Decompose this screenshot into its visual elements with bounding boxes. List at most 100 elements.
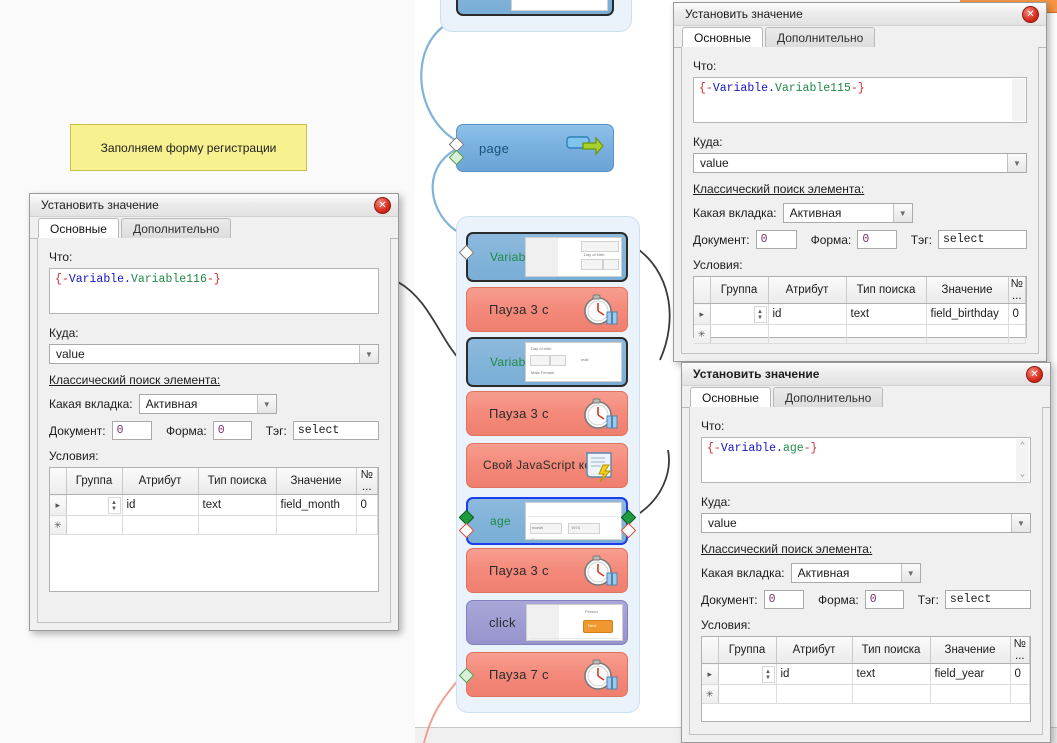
spinner-icon[interactable]: ▲ ▼ [761,666,775,683]
tab-dopolnitelno[interactable]: Дополнительно [120,218,232,238]
textarea-scrollbar[interactable]: ⌃ ⌄ [1016,439,1029,481]
cell-group[interactable]: 0▲▼ [66,494,123,516]
tab-osnovnye[interactable]: Основные [690,387,771,408]
node-click[interactable]: click Person Next [466,600,628,645]
dialog-set-value-left[interactable]: Установить значение ✕ Основные Дополните… [29,193,399,631]
cell-search-type[interactable]: text [198,494,277,516]
document-input[interactable]: 0 [763,590,805,609]
chevron-down-icon[interactable]: ▼ [900,564,920,582]
node-thumbnail: month 1974 Country [525,502,622,540]
col-attribute: Атрибут [776,637,853,664]
dialog-set-value-bottom-right[interactable]: Установить значение ✕ Основные Дополните… [681,362,1051,743]
cell-value[interactable]: field_month [276,494,357,516]
where-select[interactable]: value ▼ [49,344,379,364]
form-label: Форма: [810,232,852,247]
node-pause-3s-a[interactable]: Пауза 3 с [466,287,628,332]
tag-input[interactable]: select [944,590,1031,609]
dialog-title-bar[interactable]: Установить значение ✕ [682,363,1050,386]
table-row[interactable]: ▸ 0▲▼ id text field_year 0 [702,663,1030,685]
scroll-down-icon[interactable]: ⌄ [1018,469,1027,479]
dialog-tabs[interactable]: Основные Дополнительно [674,26,1046,48]
node-pause-7s[interactable]: Пауза 7 с [466,652,628,697]
tab-field-select[interactable]: Активная ▼ [782,203,913,223]
close-icon[interactable]: ✕ [1022,6,1039,23]
chevron-down-icon[interactable]: ▼ [1007,154,1026,172]
dialog-tabs[interactable]: Основные Дополнительно [30,217,398,239]
table-header-row: Группа Атрибут Тип поиска Значение № ... [50,468,378,495]
document-input[interactable]: 0 [755,230,797,249]
document-label: Документ: [693,232,750,247]
cell-search-type[interactable]: text [846,303,927,325]
conditions-table[interactable]: Группа Атрибут Тип поиска Значение № ...… [701,636,1031,722]
node-variable115[interactable]: Variable115 Day of birth [466,232,628,282]
scroll-up-icon[interactable]: ⌃ [1018,441,1027,451]
node-label: Пауза 7 с [489,667,549,682]
tab-field-select[interactable]: Активная ▼ [790,563,921,583]
cell-value[interactable]: field_birthday [926,303,1009,325]
cell-group[interactable]: 0▲▼ [718,663,777,685]
col-value: Значение [276,468,357,495]
spinner-icon[interactable]: ▲ ▼ [107,497,121,514]
tab-field-select[interactable]: Активная ▼ [138,394,277,414]
cell-group[interactable]: 0▲▼ [710,303,769,325]
cell-value[interactable]: field_year [930,663,1011,685]
node-label: Пауза 3 с [489,406,549,421]
chevron-down-icon[interactable]: ▼ [1011,514,1030,532]
node-pause-3s-c[interactable]: Пауза 3 с [466,548,628,593]
chevron-down-icon[interactable]: ▼ [892,204,912,222]
thumb-country: Country [531,537,546,540]
conditions-table[interactable]: Группа Атрибут Тип поиска Значение № ...… [693,276,1027,344]
chevron-down-icon[interactable]: ▼ [359,345,378,363]
sticky-note[interactable]: Заполняем форму регистрации [70,124,307,171]
table-row[interactable]: ▸ 0▲▼ id text field_month 0 [50,494,378,516]
table-new-row[interactable]: ✳ [50,515,378,535]
close-icon[interactable]: ✕ [374,197,391,214]
cell-attribute[interactable]: id [776,663,853,685]
dialog-title-text: Установить значение [693,367,820,381]
form-input[interactable]: 0 [857,230,897,249]
tab-osnovnye[interactable]: Основные [38,218,119,239]
tab-dopolnitelno[interactable]: Дополнительно [772,387,884,407]
cell-num[interactable]: 0 [356,494,378,516]
tab-field-row: Какая вкладка: Активная ▼ [701,563,1031,583]
cell-num[interactable]: 0 [1010,663,1030,685]
textarea-scrollbar[interactable] [1012,79,1025,121]
table-row[interactable]: ▸ 0▲▼ id text field_birthday 0 [694,303,1026,325]
clock-icon [584,659,618,690]
node-age[interactable]: age month 1974 Country [466,497,628,545]
what-input[interactable]: {-Variable.Variable116-} [49,268,379,314]
cell-search-type[interactable]: text [852,663,931,685]
node-variable116[interactable]: Variable116 Day of birth mail Male Femal… [466,337,628,387]
what-input[interactable]: {-Variable.Variable115-} [693,77,1027,123]
node-label: click [489,615,516,630]
node-innerhtml[interactable]: [innerhtml] [456,0,614,16]
node-page[interactable]: page [456,124,614,172]
tag-input[interactable]: select [292,421,379,440]
row-marker: ▸ [702,663,719,685]
cell-num[interactable]: 0 [1008,303,1026,325]
dialog-title-bar[interactable]: Установить значение ✕ [674,3,1046,26]
node-javascript[interactable]: Свой JavaScript код [466,443,628,488]
conditions-table[interactable]: Группа Атрибут Тип поиска Значение № ...… [49,467,379,592]
cell-attribute[interactable]: id [768,303,847,325]
form-input[interactable]: 0 [864,590,904,609]
tag-input[interactable]: select [937,230,1027,249]
document-input[interactable]: 0 [111,421,153,440]
tab-osnovnye[interactable]: Основные [682,27,763,48]
dialog-set-value-top-right[interactable]: Установить значение ✕ Основные Дополните… [673,2,1047,362]
form-input[interactable]: 0 [212,421,252,440]
where-select[interactable]: value ▼ [693,153,1027,173]
dialog-title-bar[interactable]: Установить значение ✕ [30,194,398,217]
table-new-row[interactable]: ✳ [702,684,1030,704]
dialog-tabs[interactable]: Основные Дополнительно [682,386,1050,408]
close-icon[interactable]: ✕ [1026,366,1043,383]
spinner-icon[interactable]: ▲ ▼ [753,306,767,323]
doc-form-tag-row: Документ: 0 Форма: 0 Тэг: select [693,230,1027,249]
chevron-down-icon[interactable]: ▼ [256,395,276,413]
cell-attribute[interactable]: id [122,494,199,516]
node-pause-3s-b[interactable]: Пауза 3 с [466,391,628,436]
tab-dopolnitelno[interactable]: Дополнительно [764,27,876,47]
where-select[interactable]: value ▼ [701,513,1031,533]
what-input[interactable]: {-Variable.age-} ⌃ ⌄ [701,437,1031,483]
table-new-row[interactable]: ✳ [694,324,1026,344]
